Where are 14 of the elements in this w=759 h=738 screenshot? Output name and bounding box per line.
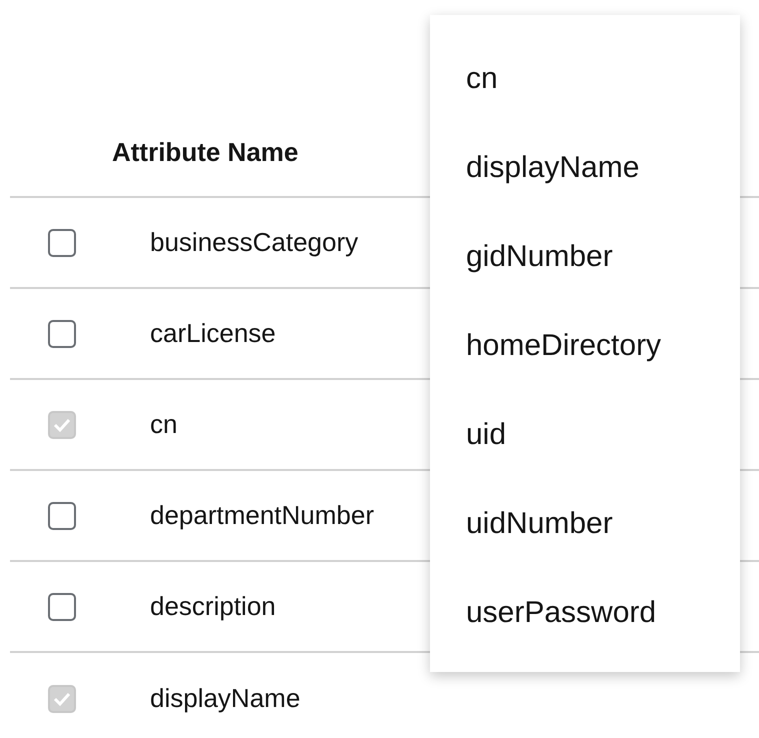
menu-item[interactable]: uid [430, 390, 740, 479]
menu-item[interactable]: userPassword [430, 568, 740, 657]
menu-item[interactable]: displayName [430, 123, 740, 212]
menu-item[interactable]: cn [430, 34, 740, 123]
menu-item[interactable]: uidNumber [430, 479, 740, 568]
attribute-name: carLicense [150, 318, 276, 349]
attribute-name: description [150, 591, 276, 622]
menu-item[interactable]: gidNumber [430, 212, 740, 301]
attribute-name: displayName [150, 683, 300, 714]
attribute-name: cn [150, 409, 178, 440]
attribute-name: businessCategory [150, 227, 358, 258]
attribute-name: departmentNumber [150, 500, 374, 531]
column-header: Attribute Name [112, 137, 298, 169]
menu-item[interactable]: homeDirectory [430, 301, 740, 390]
